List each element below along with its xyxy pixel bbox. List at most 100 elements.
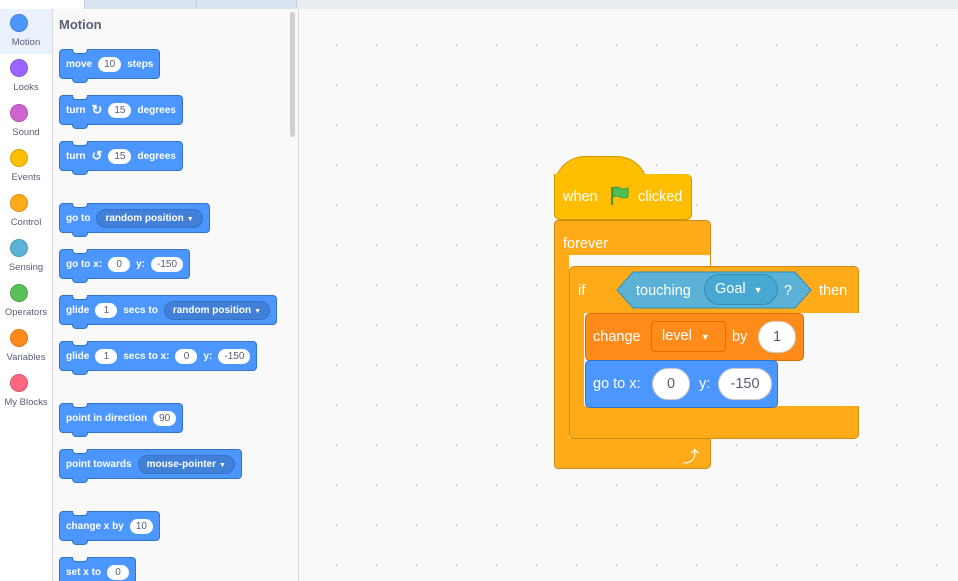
green-flag-icon (611, 186, 629, 205)
block-text: secs to x: (123, 350, 170, 362)
by-label: by (732, 329, 748, 345)
category-label: Sensing (8, 262, 44, 273)
degrees-input[interactable]: 15 (108, 102, 132, 118)
variable-dropdown[interactable]: level ▼ (651, 321, 726, 352)
palette-section-title: Motion (59, 17, 102, 32)
dropdown-value: mouse-pointer (146, 458, 217, 470)
dropdown-value: level (662, 328, 692, 344)
dropdown-value: random position (172, 304, 252, 316)
block-text: degrees (137, 150, 176, 162)
category-label: Operators (4, 307, 48, 318)
category-label: Control (10, 217, 42, 228)
category-color-dot (10, 239, 28, 257)
block-text: steps (127, 58, 154, 70)
category-label: My Blocks (4, 397, 48, 408)
category-motion[interactable]: Motion (0, 9, 52, 54)
chevron-down-icon: ▼ (753, 285, 763, 295)
block-text: go to x: (66, 258, 103, 270)
go-to-xy-block[interactable]: go to x: 0 y: -150 (59, 249, 191, 283)
block-text: degrees (137, 104, 176, 116)
forever-label: forever (563, 236, 609, 252)
loop-arrow-icon: ⤴ (683, 449, 700, 466)
block-palette: Motion move 10 steps turn ↻ 15 degrees t… (53, 9, 299, 581)
target-dropdown[interactable]: random position ▼ (96, 208, 203, 228)
direction-input[interactable]: 90 (153, 410, 177, 426)
category-sound[interactable]: Sound (0, 99, 52, 144)
rotate-right-icon: ↻ (91, 102, 103, 117)
x-input[interactable]: 0 (108, 256, 131, 272)
block-text: point towards (66, 458, 132, 470)
rotate-left-icon: ↺ (91, 148, 103, 163)
x-change-input[interactable]: 10 (129, 518, 153, 534)
category-variables[interactable]: Variables (0, 324, 52, 369)
palette-scrollbar[interactable] (290, 12, 295, 137)
category-color-dot (10, 284, 28, 302)
category-control[interactable]: Control (0, 189, 52, 234)
chevron-down-icon: ▼ (219, 461, 226, 469)
category-my-blocks[interactable]: My Blocks (0, 369, 52, 414)
block-text: glide (66, 350, 90, 362)
block-text: change x by (66, 520, 124, 532)
change-amount-input[interactable]: 1 (758, 321, 796, 353)
clicked-label: clicked (638, 189, 683, 205)
move-steps-block[interactable]: move 10 steps (59, 49, 161, 83)
category-operators[interactable]: Operators (0, 279, 52, 324)
block-text: turn (66, 150, 86, 162)
then-label: then (819, 283, 848, 299)
when-label: when (563, 189, 598, 205)
category-label: Events (11, 172, 41, 183)
category-sensing[interactable]: Sensing (0, 234, 52, 279)
y-input[interactable]: -150 (151, 256, 184, 272)
when-flag-clicked-block[interactable]: when clicked (554, 174, 692, 220)
change-label: change (593, 329, 641, 345)
block-text: glide (66, 304, 90, 316)
code-workspace[interactable]: forever ⤴ if then touching Goal ▼ ? chan… (299, 9, 958, 581)
go-to-block[interactable]: go to random position ▼ (59, 203, 210, 237)
secs-input[interactable]: 1 (95, 302, 118, 318)
go-to-x-label: go to x: (593, 376, 641, 392)
touching-label: touching (636, 283, 691, 299)
y-label: y: (699, 376, 711, 392)
target-dropdown[interactable]: mouse-pointer ▼ (137, 454, 235, 474)
chevron-down-icon: ▼ (186, 215, 194, 223)
tab-costumes[interactable] (85, 0, 197, 9)
x-input[interactable]: 0 (175, 348, 198, 364)
x-input[interactable]: 0 (652, 368, 690, 400)
chevron-down-icon: ▼ (254, 307, 262, 315)
set-x-block[interactable]: set x to 0 (59, 557, 137, 581)
degrees-input[interactable]: 15 (108, 148, 132, 164)
category-color-dot (10, 104, 28, 122)
category-color-dot (10, 374, 28, 392)
category-label: Variables (6, 352, 46, 363)
category-color-dot (10, 14, 28, 32)
category-looks[interactable]: Looks (0, 54, 52, 99)
point-towards-block[interactable]: point towards mouse-pointer ▼ (59, 449, 242, 483)
change-x-block[interactable]: change x by 10 (59, 511, 160, 545)
block-text: y: (203, 350, 213, 362)
block-text: set x to (66, 566, 102, 578)
chevron-down-icon: ▼ (700, 332, 710, 342)
category-color-dot (10, 194, 28, 212)
category-label: Looks (13, 82, 39, 93)
point-in-direction-block[interactable]: point in direction 90 (59, 403, 184, 437)
dropdown-value: random position (105, 212, 184, 224)
category-label: Motion (11, 37, 41, 48)
glide-block[interactable]: glide 1 secs to random position ▼ (59, 295, 278, 329)
secs-input[interactable]: 1 (95, 348, 118, 364)
category-color-dot (10, 149, 28, 167)
x-value-input[interactable]: 0 (107, 564, 130, 580)
turn-left-block[interactable]: turn ↺ 15 degrees (59, 141, 183, 175)
target-dropdown[interactable]: random position ▼ (163, 300, 271, 320)
tab-sounds[interactable] (197, 0, 297, 9)
y-input[interactable]: -150 (218, 348, 251, 364)
category-events[interactable]: Events (0, 144, 52, 189)
glide-xy-block[interactable]: glide 1 secs to x: 0 y: -150 (59, 341, 258, 375)
touching-target-dropdown[interactable]: Goal ▼ (704, 274, 778, 305)
turn-right-block[interactable]: turn ↻ 15 degrees (59, 95, 183, 129)
tab-code[interactable] (0, 0, 85, 9)
steps-input[interactable]: 10 (98, 56, 122, 72)
y-input[interactable]: -150 (718, 368, 772, 400)
question-mark: ? (784, 283, 793, 299)
block-text: go to (66, 212, 91, 224)
block-text: secs to (123, 304, 158, 316)
